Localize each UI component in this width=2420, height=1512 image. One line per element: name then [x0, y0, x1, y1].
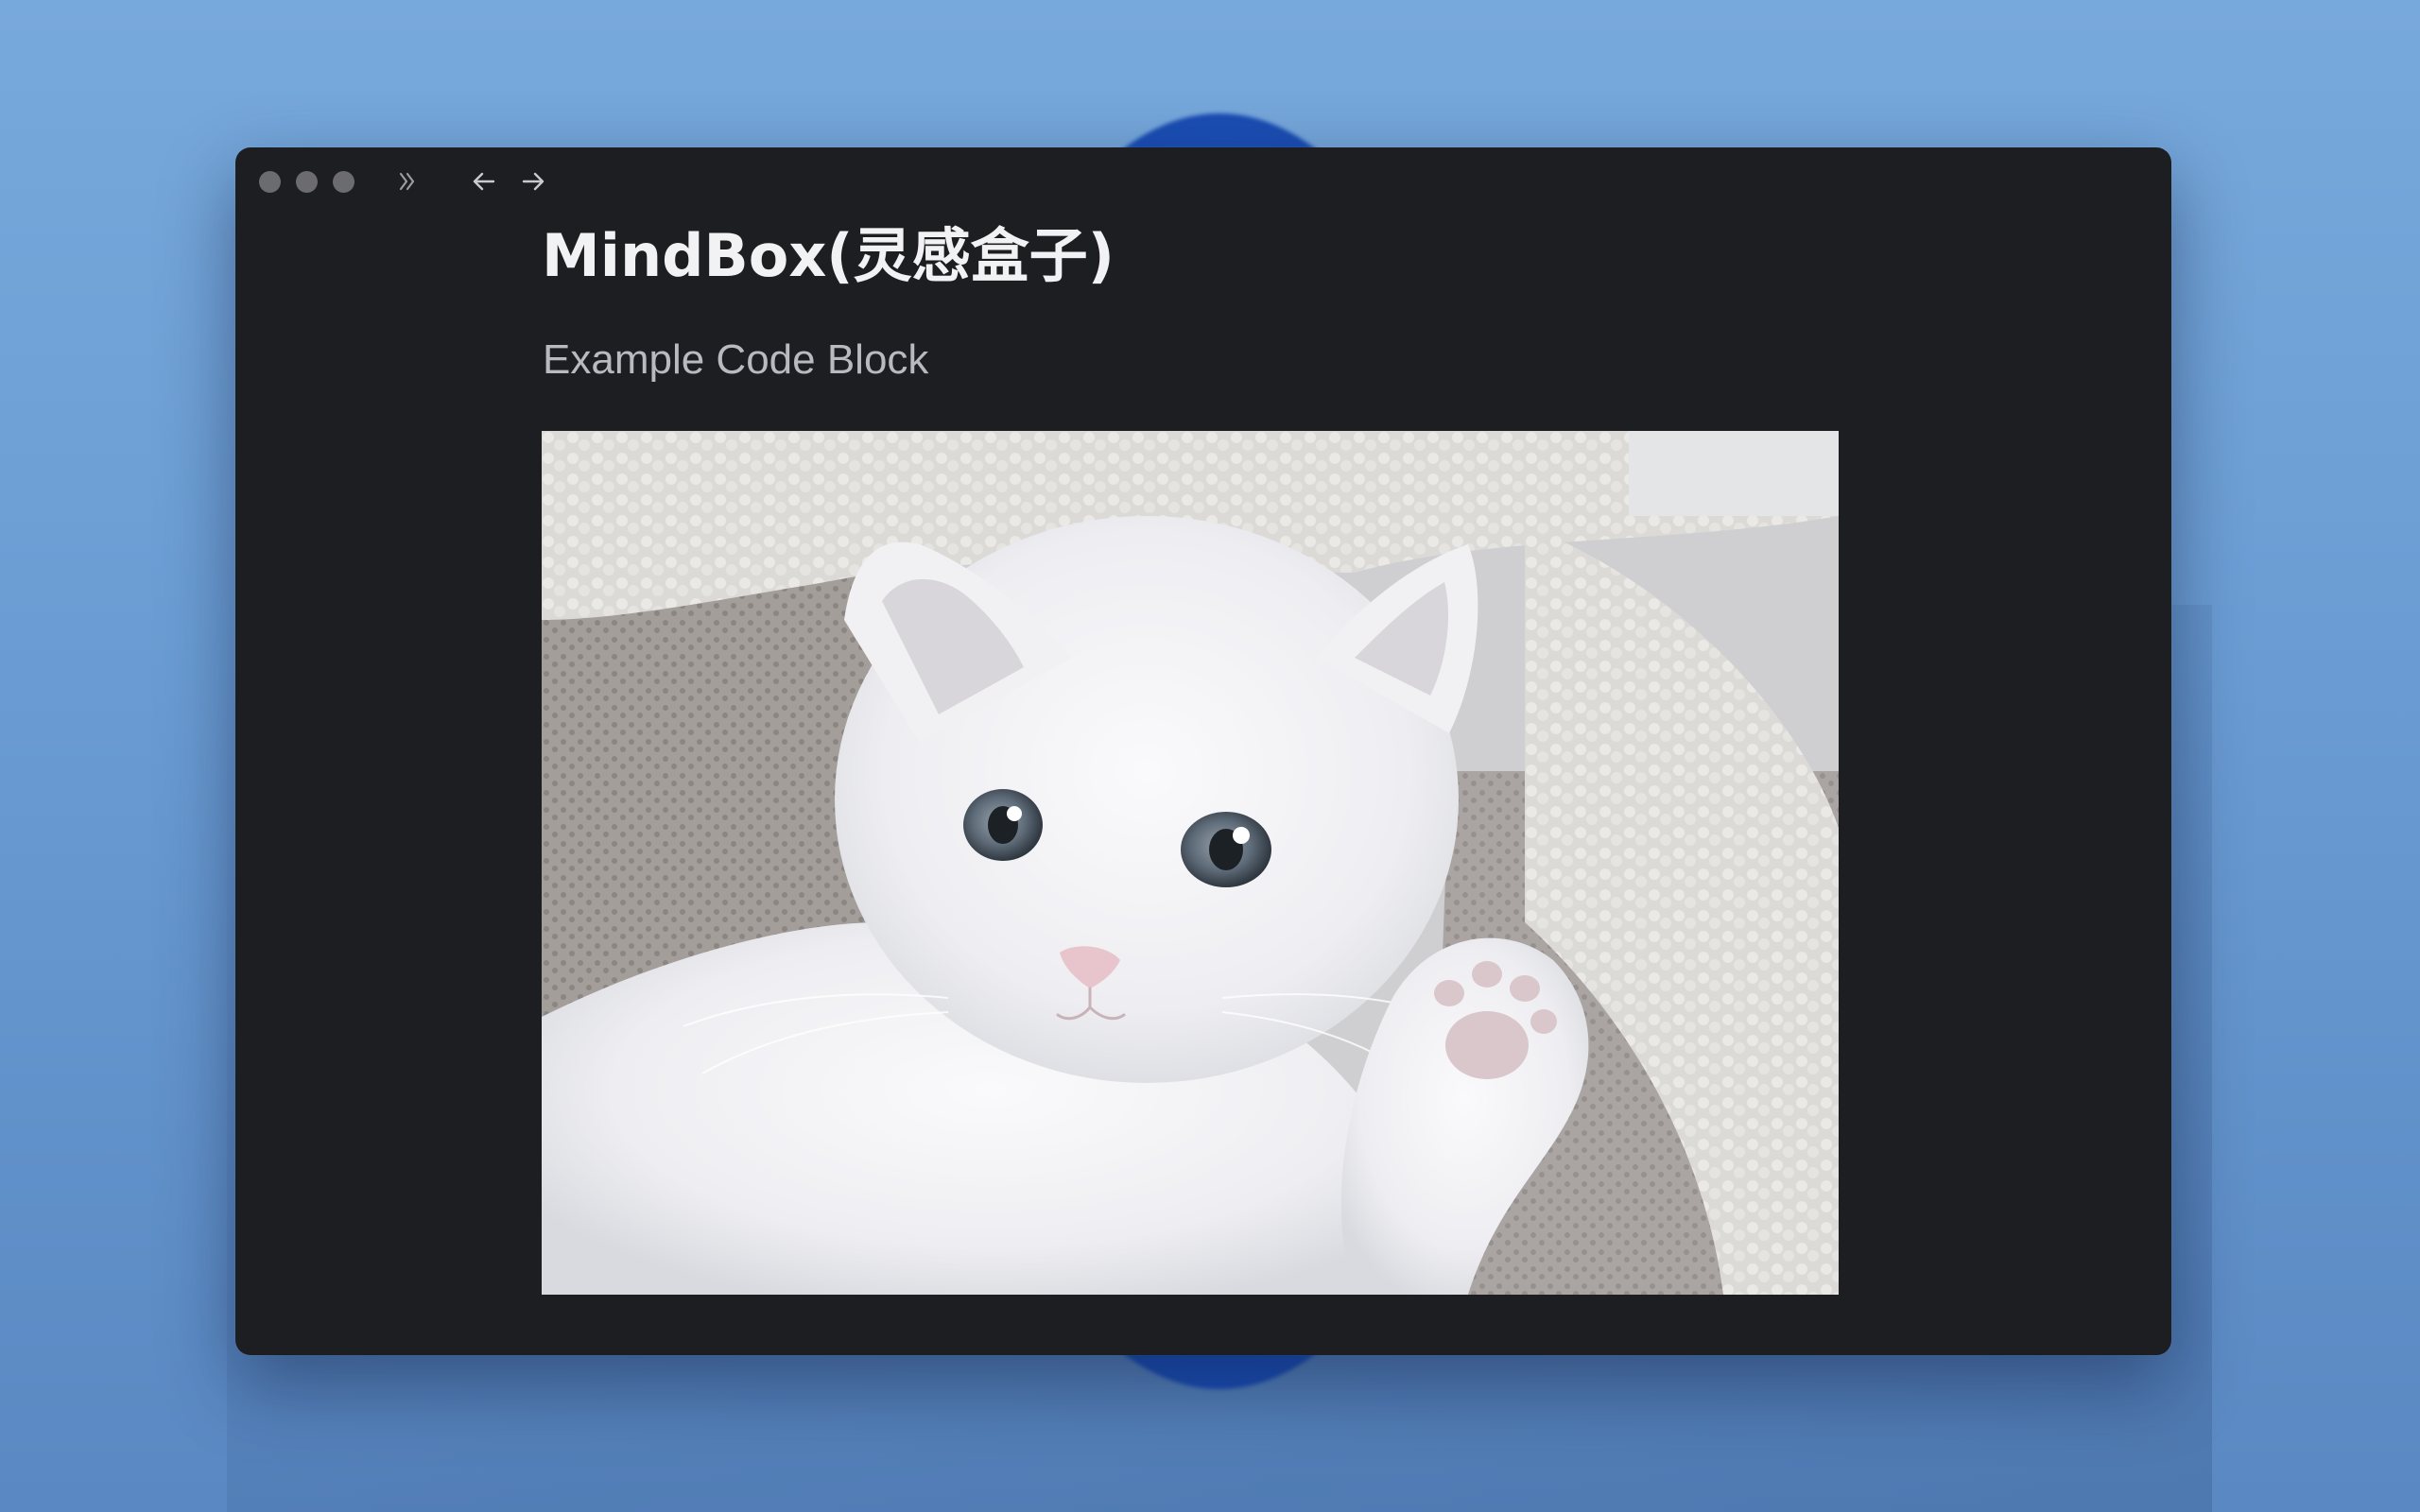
page-title[interactable]: MindBox(灵感盒子): [542, 208, 1115, 293]
back-arrow-icon[interactable]: [465, 163, 503, 200]
close-window-button[interactable]: [259, 171, 281, 193]
zoom-window-button[interactable]: [333, 171, 354, 193]
kitten-image[interactable]: [542, 431, 1839, 1295]
minimize-window-button[interactable]: [296, 171, 318, 193]
forward-arrow-icon[interactable]: [514, 163, 552, 200]
app-window: MindBox(灵感盒子) Example Code Block: [235, 147, 2171, 1355]
block-heading[interactable]: Example Code Block: [543, 336, 928, 384]
expand-sidebar-icon[interactable]: [389, 163, 426, 200]
titlebar: [235, 147, 2171, 223]
